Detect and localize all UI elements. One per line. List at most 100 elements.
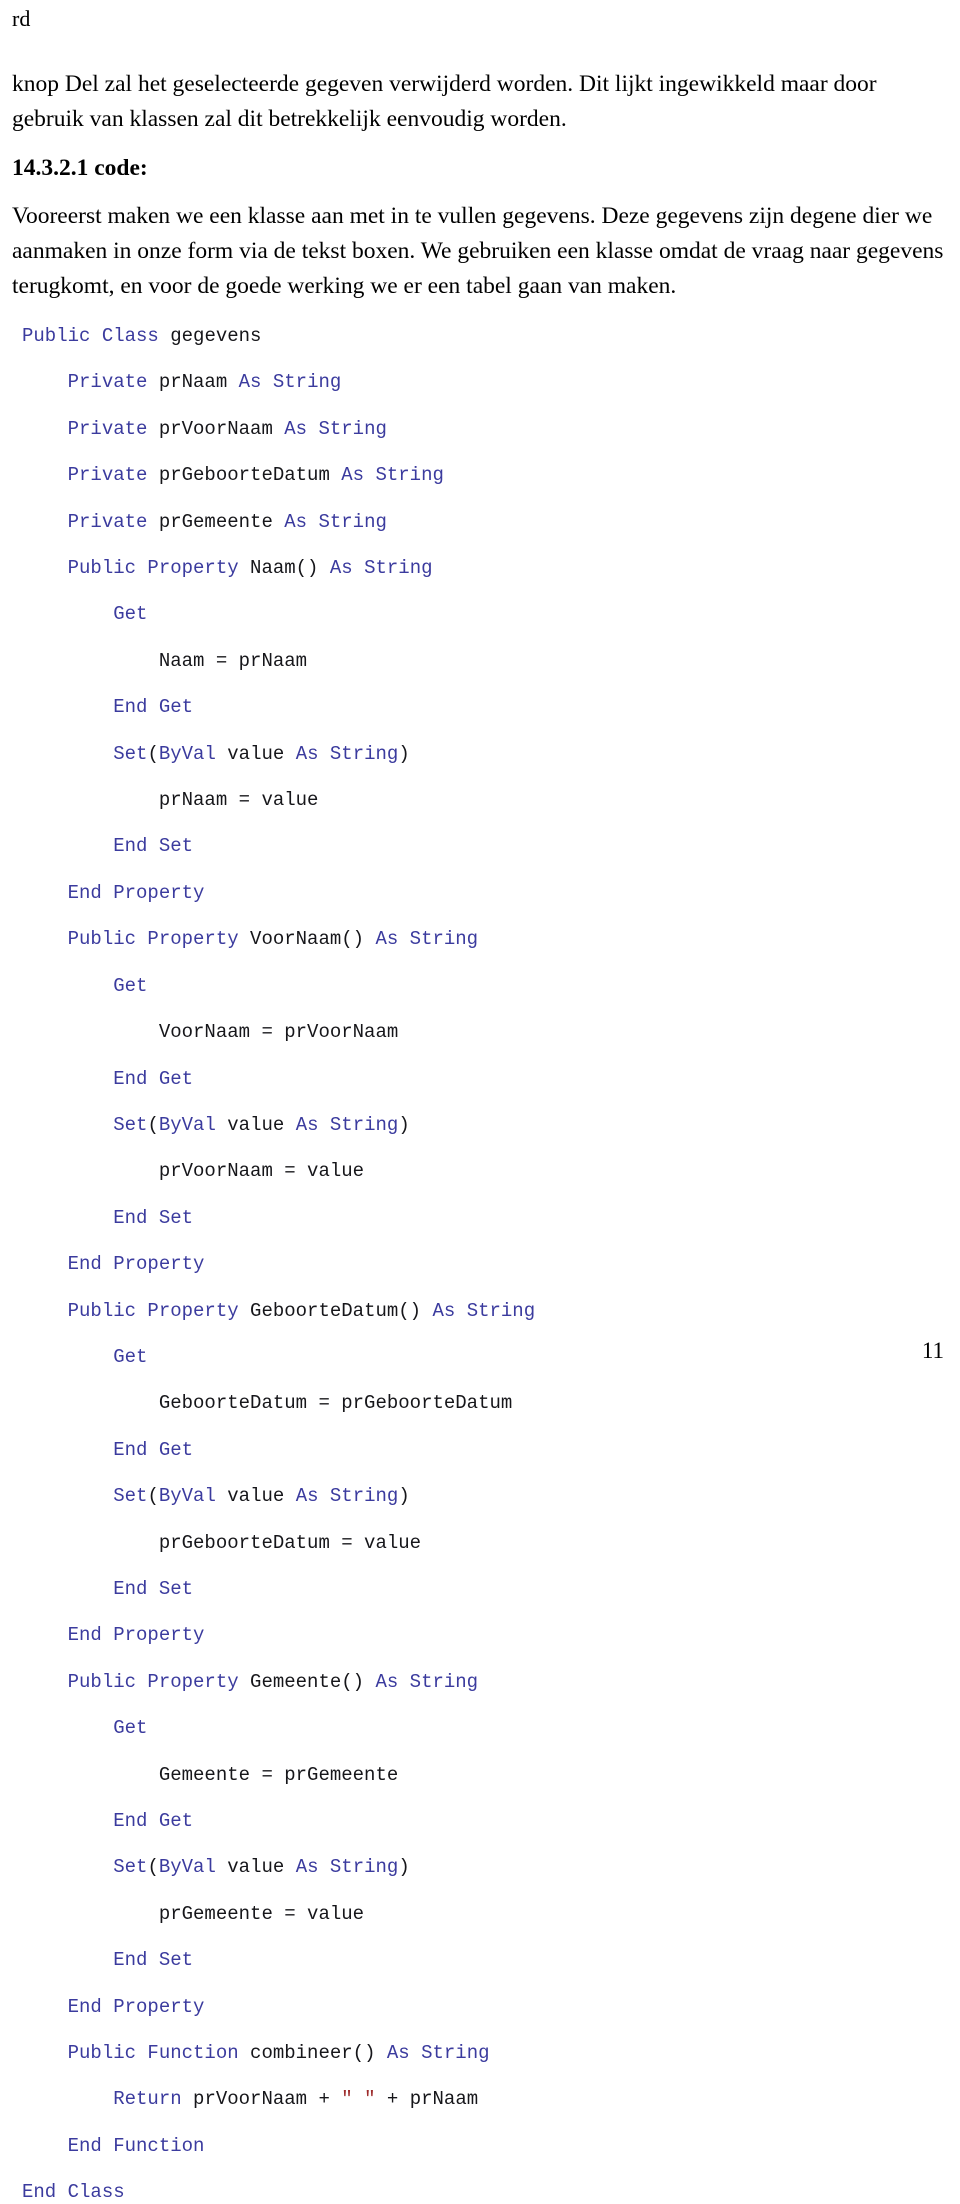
code-token-id: value	[227, 1856, 296, 1879]
code-token-id: Naam()	[250, 557, 330, 580]
code-token-id	[22, 1578, 113, 1600]
code-line: Public Property Gemeente() As String	[22, 1671, 948, 1694]
code-token-id: value	[227, 742, 296, 765]
section-heading: 14.3.2.1 code:	[12, 155, 148, 181]
code-line: Set(ByVal value As String)	[22, 1114, 948, 1137]
code-token-kw: As String	[284, 510, 387, 533]
code-token-kw: End Property	[67, 881, 205, 904]
code-line: End Set	[22, 1949, 948, 1972]
code-token-id	[22, 835, 113, 857]
code-line: Set(ByVal value As String)	[22, 1856, 948, 1879]
code-token-kw: End Set	[113, 1206, 194, 1229]
code-token-kw: ByVal	[158, 1485, 228, 1508]
code-line: End Property	[22, 882, 948, 905]
code-token-kw: As String	[386, 2042, 490, 2065]
code-token-id: prVoorNaam = value	[22, 1160, 365, 1183]
code-token-id: (	[147, 1113, 159, 1136]
code-token-id: )	[398, 1113, 410, 1136]
code-token-id: prGeboorteDatum = value	[22, 1531, 422, 1554]
code-token-id: (	[147, 1856, 159, 1879]
code-token-id	[22, 418, 68, 440]
code-token-id	[22, 1253, 68, 1275]
code-token-id	[22, 1439, 113, 1461]
code-token-id	[22, 928, 68, 950]
code-token-kw: As String	[432, 1299, 536, 1322]
code-line: End Class	[22, 2181, 948, 2204]
code-token-id	[22, 1485, 113, 1507]
code-token-id: GeboorteDatum()	[250, 1299, 433, 1322]
code-line: Get	[22, 1717, 948, 1740]
code-token-id	[22, 2042, 68, 2064]
code-token-kw: Public Property	[67, 1670, 251, 1693]
code-token-id: GeboorteDatum = prGeboorteDatum	[22, 1392, 513, 1415]
code-token-id: prVoorNaam +	[193, 2088, 342, 2111]
code-token-id: prGemeente	[158, 510, 285, 533]
code-line: prVoorNaam = value	[22, 1160, 948, 1183]
code-token-id: combineer()	[250, 2042, 387, 2065]
code-token-kw: Return	[113, 2088, 194, 2111]
paragraph-explanation: Vooreerst maken we een klasse aan met in…	[12, 203, 944, 299]
code-token-id	[22, 696, 113, 718]
code-token-kw: As String	[284, 417, 387, 440]
code-token-kw: End Get	[113, 696, 194, 719]
code-line: End Set	[22, 835, 948, 858]
code-line: End Get	[22, 696, 948, 719]
code-line: Public Property VoorNaam() As String	[22, 928, 948, 951]
code-line: Public Class gegevens	[22, 325, 948, 348]
code-token-kw: Public Class	[22, 325, 171, 347]
code-line: Get	[22, 603, 948, 626]
code-token-id	[22, 1996, 68, 2018]
code-line: End Set	[22, 1578, 948, 1601]
code-token-kw: End Property	[67, 1995, 205, 2018]
code-token-id: prGemeente = value	[22, 1902, 365, 1925]
code-line: GeboorteDatum = prGeboorteDatum	[22, 1392, 948, 1415]
code-token-kw: Set	[113, 742, 148, 765]
code-line: End Function	[22, 2135, 948, 2158]
code-token-id	[22, 743, 113, 765]
code-token-kw: As String	[295, 1485, 399, 1508]
code-token-kw: Set	[113, 1113, 148, 1136]
code-token-id	[22, 371, 68, 393]
code-token-kw: Private	[67, 417, 159, 440]
code-token-id	[22, 1810, 113, 1832]
code-token-id	[22, 1068, 113, 1090]
code-token-id	[22, 464, 68, 486]
code-token-kw: End Get	[113, 1067, 194, 1090]
code-token-id: prVoorNaam	[158, 417, 285, 440]
code-token-id: Gemeente = prGemeente	[22, 1763, 399, 1786]
code-line: Public Property GeboorteDatum() As Strin…	[22, 1300, 948, 1323]
code-line: prGemeente = value	[22, 1903, 948, 1926]
code-token-id: Gemeente()	[250, 1670, 376, 1693]
code-line: End Property	[22, 1996, 948, 2019]
code-token-id: )	[398, 1485, 410, 1508]
code-token-id	[22, 1856, 113, 1878]
code-token-kw: Get	[113, 603, 148, 626]
code-token-str: " "	[341, 2088, 376, 2111]
document-page: rd knop Del zal het geselecteerde gegeve…	[0, 0, 960, 2203]
code-token-id: (	[147, 1485, 159, 1508]
code-token-id: )	[398, 1856, 410, 1879]
code-token-kw: Private	[67, 371, 159, 394]
code-token-kw: ByVal	[158, 1113, 228, 1136]
code-line: Set(ByVal value As String)	[22, 1485, 948, 1508]
code-token-id	[22, 511, 68, 533]
code-token-kw: ByVal	[158, 742, 228, 765]
code-token-id	[22, 1346, 113, 1368]
code-line: Naam = prNaam	[22, 650, 948, 673]
code-line: End Get	[22, 1810, 948, 1833]
code-token-id: (	[147, 742, 159, 765]
code-token-id: prGeboorteDatum	[158, 464, 342, 487]
code-line: Private prGemeente As String	[22, 511, 948, 534]
code-token-id	[22, 2135, 68, 2157]
code-token-id: VoorNaam = prVoorNaam	[22, 1021, 399, 1044]
code-token-kw: Get	[113, 1717, 148, 1740]
code-token-kw: As String	[341, 464, 444, 487]
code-token-id: prNaam	[158, 371, 239, 394]
code-token-id: )	[398, 742, 410, 765]
code-token-kw: Set	[113, 1485, 148, 1508]
code-line: VoorNaam = prVoorNaam	[22, 1021, 948, 1044]
code-line: Get	[22, 975, 948, 998]
code-token-id: Naam = prNaam	[22, 649, 308, 672]
code-token-kw: Set	[113, 1856, 148, 1879]
code-token-id: + prNaam	[375, 2088, 479, 2111]
